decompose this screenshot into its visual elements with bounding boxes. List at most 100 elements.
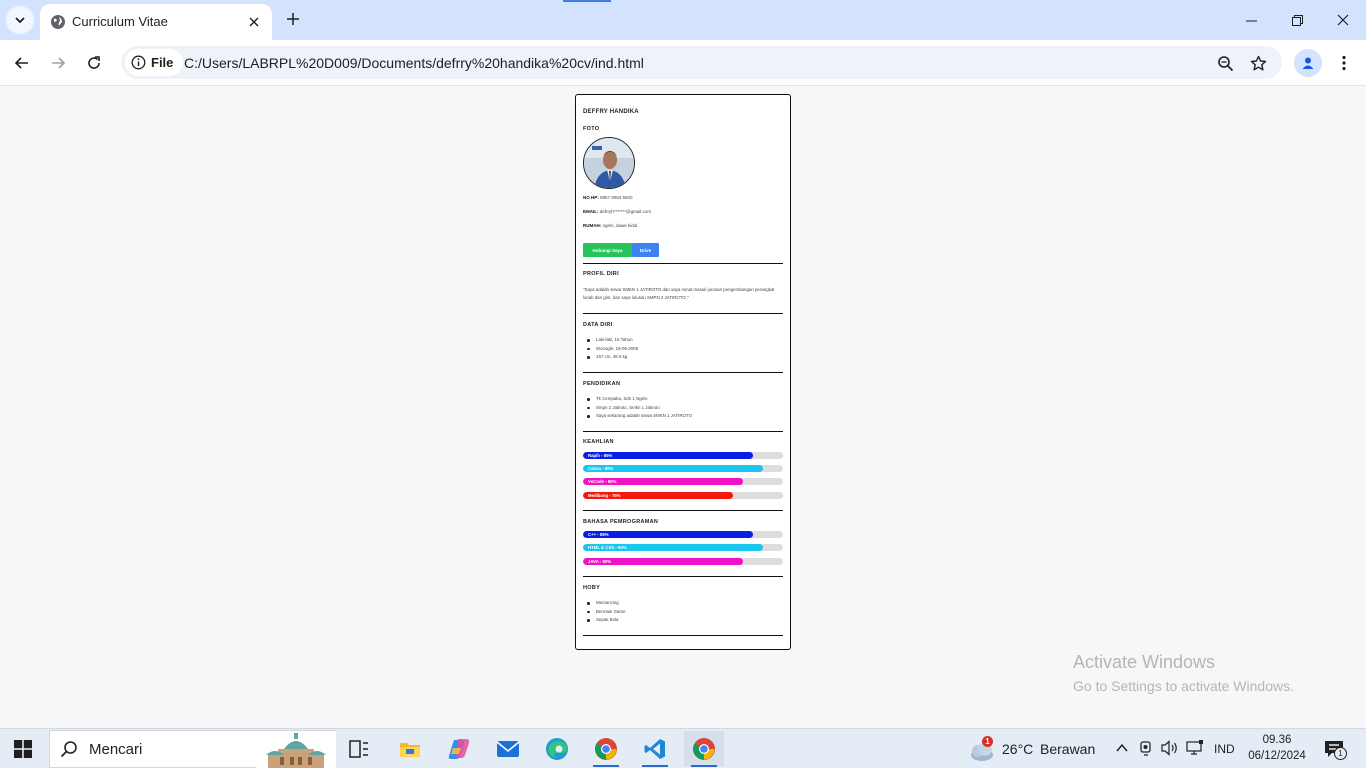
weather-widget-icon[interactable]: 1 — [968, 735, 998, 763]
restore-button[interactable] — [1274, 0, 1320, 40]
divider — [583, 431, 783, 432]
list-item: Tk Cempaka, Sdn 1 Ngelo — [583, 395, 692, 404]
info-icon — [131, 55, 146, 70]
skill-bar: VsCode - 80% — [583, 478, 783, 485]
language-bar-fill: JAVA - 80% — [583, 558, 743, 565]
windows-logo-icon — [14, 740, 32, 758]
drive-button[interactable]: Drive — [632, 243, 659, 257]
copilot-icon — [448, 739, 470, 759]
taskbar: Mencari 1 26°C Berawan IND 09.36 06/12/2… — [0, 728, 1366, 768]
bookmark-star-icon[interactable] — [1246, 51, 1270, 75]
skill-bar-fill: Medibang - 75% — [583, 492, 733, 499]
edge-button[interactable] — [537, 731, 577, 767]
skill-bar: Canva - 90% — [583, 465, 783, 472]
clock-date: 06/12/2024 — [1248, 750, 1306, 762]
profile-button[interactable] — [1294, 49, 1322, 77]
vscode-icon — [644, 739, 665, 759]
zoom-icon[interactable] — [1213, 51, 1237, 75]
tab-search-button[interactable] — [6, 6, 34, 34]
chevron-up-icon[interactable] — [1115, 741, 1129, 760]
vscode-button[interactable] — [635, 731, 675, 767]
search-icon — [60, 740, 78, 763]
skill-bar: Rapih - 85% — [583, 452, 783, 459]
language-bar: JAVA - 80% — [583, 558, 783, 565]
meet-now-icon[interactable] — [1138, 740, 1154, 761]
network-icon[interactable] — [1186, 740, 1204, 761]
arrow-right-icon — [52, 57, 66, 69]
list-item: Smpn 2 Jatiroto, Smkn 1 Jatiroto — [583, 404, 692, 413]
language-bar-label: HTML & CSS - 90% — [588, 545, 627, 550]
email-value: defrryh*******@gmail.com — [599, 209, 652, 214]
skill-bar-fill: Rapih - 85% — [583, 452, 753, 459]
address-label: RUMAH: — [583, 223, 602, 228]
skill-bar-label: VsCode - 80% — [588, 479, 617, 484]
phone-value: 0857 8094 5920 — [600, 195, 633, 200]
tab-strip-indicator — [563, 0, 611, 2]
email-label: EMAIL: — [583, 209, 599, 214]
active-app-indicator — [691, 765, 717, 767]
divider — [583, 635, 783, 636]
address-bar[interactable]: File C:/Users/LABRPL%20D009/Documents/de… — [121, 46, 1282, 79]
language-bar: HTML & CSS - 90% — [583, 544, 783, 551]
file-explorer-button[interactable] — [390, 731, 430, 767]
close-window-button[interactable] — [1320, 0, 1366, 40]
chrome-taskbar-button[interactable] — [586, 731, 626, 767]
volume-icon[interactable] — [1161, 740, 1179, 761]
window-controls — [1228, 0, 1366, 40]
weather-temperature[interactable]: 26°C — [1002, 741, 1033, 757]
globe-icon — [50, 14, 66, 35]
weather-description[interactable]: Berawan — [1040, 741, 1095, 757]
copilot-button[interactable] — [439, 731, 479, 767]
watermark-title: Activate Windows — [1073, 652, 1216, 672]
url-text[interactable]: C:/Users/LABRPL%20D009/Documents/defrry%… — [184, 55, 644, 71]
divider — [583, 372, 783, 373]
cv-name: DEFFRY HANDIKA — [583, 109, 639, 115]
clock-time: 09.36 — [1262, 734, 1292, 746]
divider — [583, 263, 783, 264]
chrome-active-button[interactable] — [684, 731, 724, 767]
activate-windows-watermark: Activate Windows Go to Settings to activ… — [1073, 652, 1294, 694]
hobby-list: Memancing Bermain Game Sepak Bola — [583, 599, 626, 625]
mail-icon — [496, 741, 520, 757]
contact-me-button[interactable]: Hubungi Saya — [583, 243, 632, 257]
active-app-indicator — [593, 765, 619, 767]
start-button[interactable] — [14, 740, 32, 763]
tab-curriculum-vitae[interactable]: Curriculum Vitae — [40, 4, 272, 40]
list-item: Laki-laki, 16 Tahun — [583, 336, 638, 345]
chevron-down-icon — [15, 17, 25, 24]
phone-label: NO HP: — [583, 195, 599, 200]
personal-section-title: DATA DIRI — [583, 322, 613, 328]
skill-bar-fill: VsCode - 80% — [583, 478, 743, 485]
site-info-chip[interactable]: File — [125, 49, 184, 76]
list-item: Memancing — [583, 599, 626, 608]
notification-center-icon[interactable]: 1 — [1324, 739, 1348, 766]
taskbar-search[interactable]: Mencari — [49, 730, 336, 768]
personal-list: Laki-laki, 16 Tahun Wonogiri, 18-06-2008… — [583, 336, 638, 362]
folder-icon — [400, 743, 420, 757]
clock[interactable]: 09.36 06/12/2024 — [1242, 732, 1312, 764]
back-button[interactable] — [8, 49, 36, 77]
address-line: RUMAH: ngelo, dawe kidul — [583, 223, 637, 228]
browser-menu-button[interactable] — [1330, 49, 1358, 77]
plus-icon — [287, 13, 299, 25]
reload-button[interactable] — [80, 49, 108, 77]
close-tab-icon[interactable] — [244, 12, 264, 32]
task-view-button[interactable] — [339, 731, 379, 767]
divider — [583, 313, 783, 314]
person-icon — [1302, 57, 1314, 69]
forward-button[interactable] — [44, 49, 72, 77]
reload-icon — [88, 56, 100, 69]
new-tab-button[interactable] — [282, 8, 304, 30]
language-bar-fill: HTML & CSS - 90% — [583, 544, 763, 551]
tab-title: Curriculum Vitae — [72, 14, 168, 29]
language-bar: C++ - 85% — [583, 531, 783, 538]
email-line: EMAIL: defrryh*******@gmail.com — [583, 209, 651, 214]
minimize-button[interactable] — [1228, 0, 1274, 40]
list-item: Sepak Bola — [583, 616, 626, 625]
list-item: Wonogiri, 18-06-2008 — [583, 345, 638, 354]
chrome-icon — [693, 738, 715, 760]
weather-badge: 1 — [982, 736, 993, 747]
input-language[interactable]: IND — [1214, 742, 1235, 756]
phone-line: NO HP: 0857 8094 5920 — [583, 195, 633, 200]
mail-button[interactable] — [488, 731, 528, 767]
